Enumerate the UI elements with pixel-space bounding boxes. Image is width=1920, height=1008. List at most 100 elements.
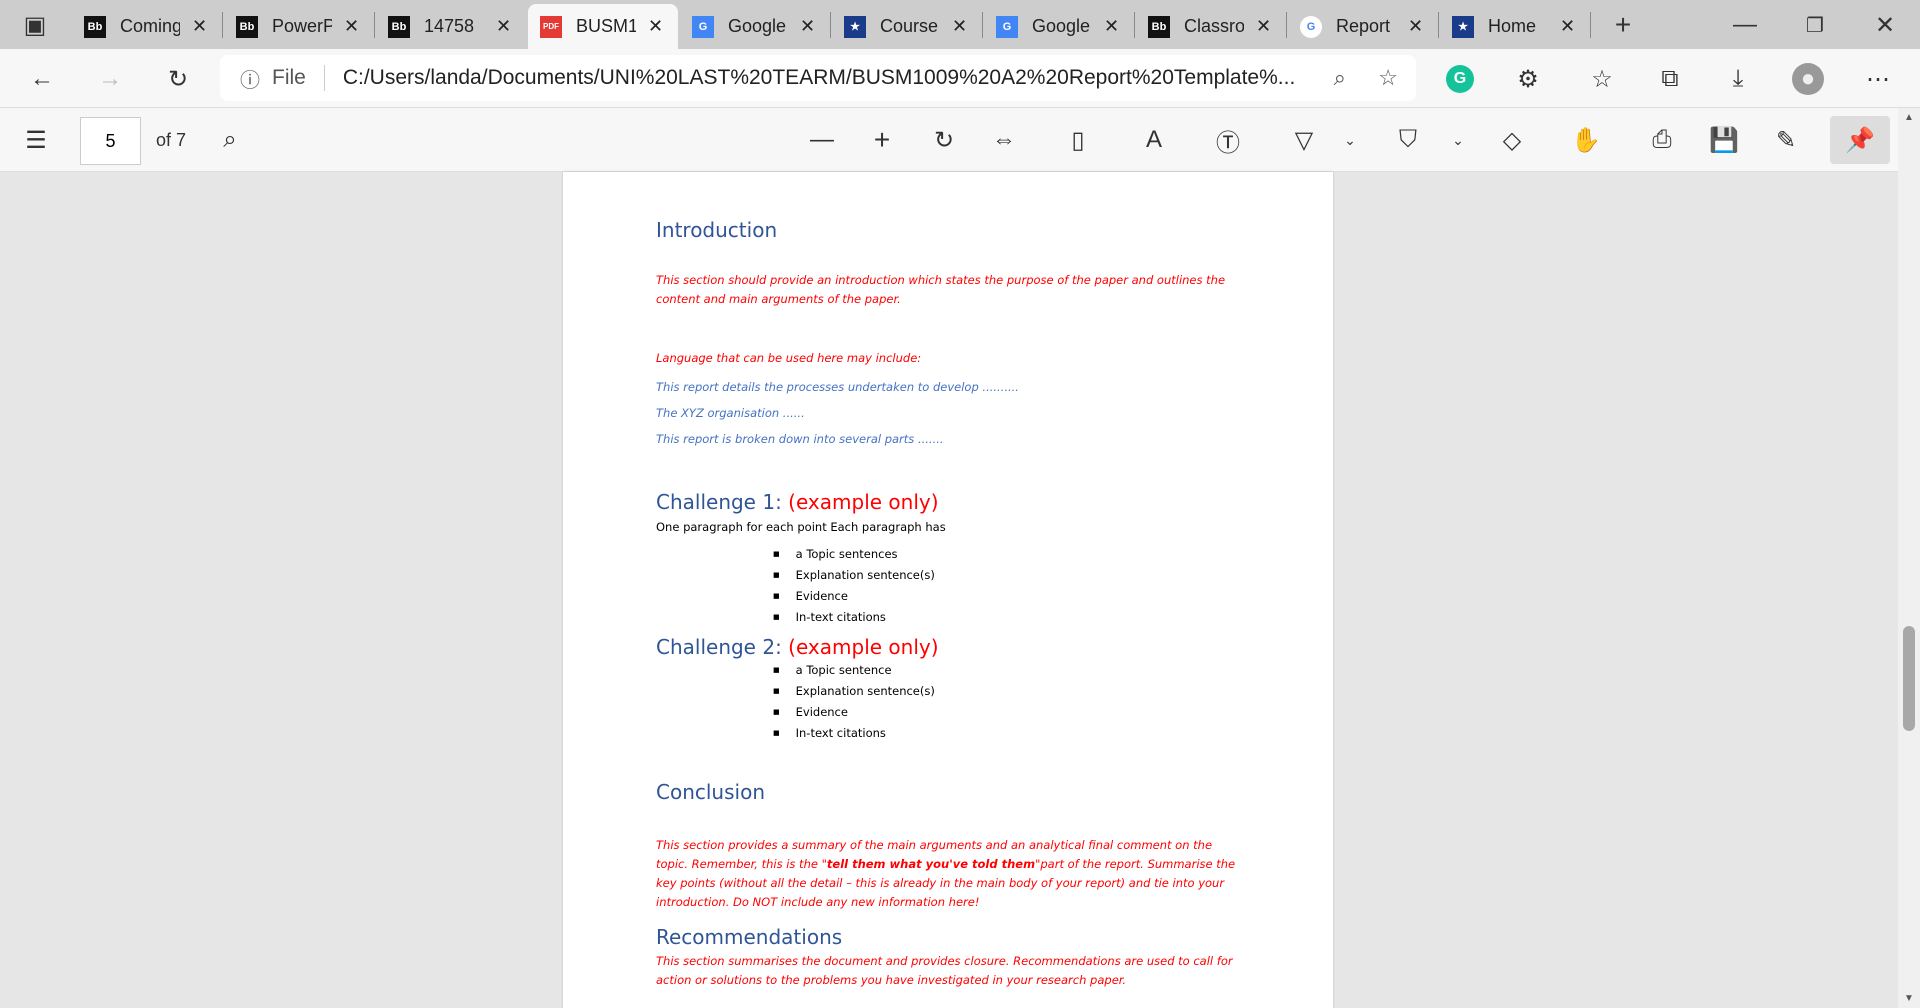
example-only-label: (example only) <box>788 635 939 659</box>
tab-8[interactable]: G Report ✕ <box>1288 4 1438 49</box>
list-item: Explanation sentence(s) <box>795 682 935 703</box>
rotate-icon[interactable]: ↻ <box>928 124 960 156</box>
minimize-button[interactable]: — <box>1730 10 1760 40</box>
close-tab-icon[interactable]: ✕ <box>800 16 815 37</box>
address-bar-row: ← → ↻ ⓘ File C:/Users/landa/Documents/UN… <box>0 49 1920 108</box>
new-tab-button[interactable]: + <box>1608 9 1638 40</box>
google-translate-icon: G <box>692 15 714 38</box>
vertical-scrollbar[interactable]: ▲ ▼ <box>1898 108 1920 1008</box>
add-text-icon[interactable]: Ⓣ <box>1212 124 1244 157</box>
close-tab-icon[interactable]: ✕ <box>1256 16 1271 37</box>
save-as-icon[interactable]: ✎ <box>1770 124 1802 156</box>
close-tab-icon[interactable]: ✕ <box>1408 16 1423 37</box>
zoom-out-icon[interactable]: — <box>806 124 838 156</box>
info-icon[interactable]: ⓘ <box>240 64 260 93</box>
refresh-button[interactable]: ↻ <box>162 63 194 95</box>
tab-divider <box>982 12 983 38</box>
challenge-1-list: a Topic sentences Explanation sentence(s… <box>795 545 935 629</box>
chevron-down-icon[interactable]: ⌄ <box>1340 124 1360 156</box>
example-line: This report is broken down into several … <box>656 432 944 446</box>
fit-width-icon[interactable]: ⇔ <box>988 124 1020 156</box>
url-bar[interactable]: ⓘ File C:/Users/landa/Documents/UNI%20LA… <box>220 55 1416 101</box>
close-tab-icon[interactable]: ✕ <box>192 16 207 37</box>
profile-avatar[interactable]: ● <box>1792 63 1824 95</box>
scroll-down-arrow[interactable]: ▼ <box>1904 993 1914 1004</box>
zoom-in-icon[interactable]: + <box>866 124 898 156</box>
pin-toolbar-icon[interactable]: 📌 <box>1830 116 1890 164</box>
tab-actions-icon[interactable]: ▣ <box>20 12 50 39</box>
close-tab-icon[interactable]: ✕ <box>1560 16 1575 37</box>
tab-2[interactable]: Bb 14758 ✕ <box>376 4 526 49</box>
close-tab-icon[interactable]: ✕ <box>648 16 663 37</box>
tab-7[interactable]: Bb Classroom ✕ <box>1136 4 1286 49</box>
back-button[interactable]: ← <box>26 63 58 95</box>
print-icon[interactable]: ⎙ <box>1646 124 1678 156</box>
tab-1[interactable]: Bb PowerPoint ✕ <box>224 4 374 49</box>
scroll-up-arrow[interactable]: ▲ <box>1904 112 1914 123</box>
chevron-down-icon[interactable]: ⌄ <box>1448 124 1468 156</box>
close-tab-icon[interactable]: ✕ <box>952 16 967 37</box>
tab-label: Coming <box>120 16 180 36</box>
eraser-icon[interactable]: ◇ <box>1496 124 1528 156</box>
tab-5[interactable]: ★ Course ✕ <box>832 4 982 49</box>
list-item: Evidence <box>795 703 935 724</box>
contents-icon[interactable]: ☰ <box>20 124 52 156</box>
page-number-input[interactable]: 5 <box>80 117 141 165</box>
more-menu-icon[interactable]: ⋯ <box>1862 63 1894 95</box>
tab-divider <box>222 12 223 38</box>
close-tab-icon[interactable]: ✕ <box>1104 16 1119 37</box>
pdf-icon: PDF <box>540 15 562 38</box>
tab-3[interactable]: PDF BUSM1009 ✕ <box>528 4 678 49</box>
draw-icon[interactable]: ▽ <box>1288 124 1320 156</box>
google-icon: G <box>1300 15 1322 38</box>
tab-label: PowerPoint <box>272 16 332 36</box>
tab-9[interactable]: ★ Home ✕ <box>1440 4 1590 49</box>
collections-icon[interactable]: ⧉ <box>1654 63 1686 95</box>
challenge-1-intro: One paragraph for each point Each paragr… <box>656 520 946 534</box>
save-icon[interactable]: 💾 <box>1708 124 1740 156</box>
google-translate-icon: G <box>996 15 1018 38</box>
read-aloud-icon[interactable]: A <box>1138 124 1170 156</box>
heading-introduction: Introduction <box>656 218 778 242</box>
recommendations-instruction: This section summarises the document and… <box>656 954 1233 987</box>
example-only-label: (example only) <box>788 490 939 514</box>
forward-button[interactable]: → <box>94 63 126 95</box>
pdf-page: Introduction This section should provide… <box>563 172 1333 1008</box>
page-view-icon[interactable]: ▯ <box>1062 124 1094 156</box>
close-tab-icon[interactable]: ✕ <box>344 16 359 37</box>
blackboard-icon: Bb <box>84 15 106 38</box>
favorites-icon[interactable]: ☆ <box>1586 63 1618 95</box>
example-line: This report details the processes undert… <box>656 380 1019 394</box>
highlight-icon[interactable]: ⛉ <box>1392 124 1424 156</box>
scrollbar-thumb[interactable] <box>1903 626 1915 731</box>
tab-divider <box>830 12 831 38</box>
language-label: Language that can be used here may inclu… <box>656 351 922 365</box>
tab-label: Classroom <box>1184 16 1244 36</box>
tab-divider <box>1438 12 1439 38</box>
zoom-icon[interactable]: ⌕ <box>1334 65 1346 91</box>
add-favorite-icon[interactable]: ☆ <box>1378 65 1398 91</box>
intro-instruction: This section should provide an introduct… <box>656 273 1226 306</box>
shield-star-icon: ★ <box>1452 15 1474 38</box>
tab-6[interactable]: G Google ✕ <box>984 4 1134 49</box>
search-icon[interactable]: ⌕ <box>214 124 246 156</box>
tab-label: 14758 <box>424 16 475 36</box>
pdf-toolbar: ☰ 5 of 7 ⌕ — + ↻ ⇔ ▯ A Ⓣ ▽ ⌄ ⛉ ⌄ ◇ ✋ ⎙ 💾… <box>0 108 1920 172</box>
close-tab-icon[interactable]: ✕ <box>496 16 511 37</box>
tab-4[interactable]: G Google ✕ <box>680 4 830 49</box>
downloads-icon[interactable]: ⤓ <box>1722 63 1754 95</box>
tab-divider <box>374 12 375 38</box>
extensions-icon[interactable]: ⚙ <box>1512 63 1544 95</box>
list-item: a Topic sentence <box>795 661 935 682</box>
example-line: The XYZ organisation ...... <box>656 406 805 420</box>
restore-button[interactable]: ❐ <box>1800 10 1830 40</box>
url-text[interactable]: C:/Users/landa/Documents/UNI%20LAST%20TE… <box>343 66 1295 90</box>
blackboard-icon: Bb <box>388 15 410 38</box>
grammarly-icon[interactable]: G <box>1446 65 1474 93</box>
conclusion-emphasis: tell them what you've told them <box>826 857 1036 871</box>
tab-divider <box>1134 12 1135 38</box>
tab-0[interactable]: Bb Coming ✕ <box>72 4 222 49</box>
close-window-button[interactable]: ✕ <box>1870 10 1900 40</box>
touch-icon[interactable]: ✋ <box>1570 124 1602 156</box>
tab-strip: ▣ Bb Coming ✕ Bb PowerPoint ✕ Bb 14758 ✕ PDF BUSM1… <box>0 0 1920 49</box>
